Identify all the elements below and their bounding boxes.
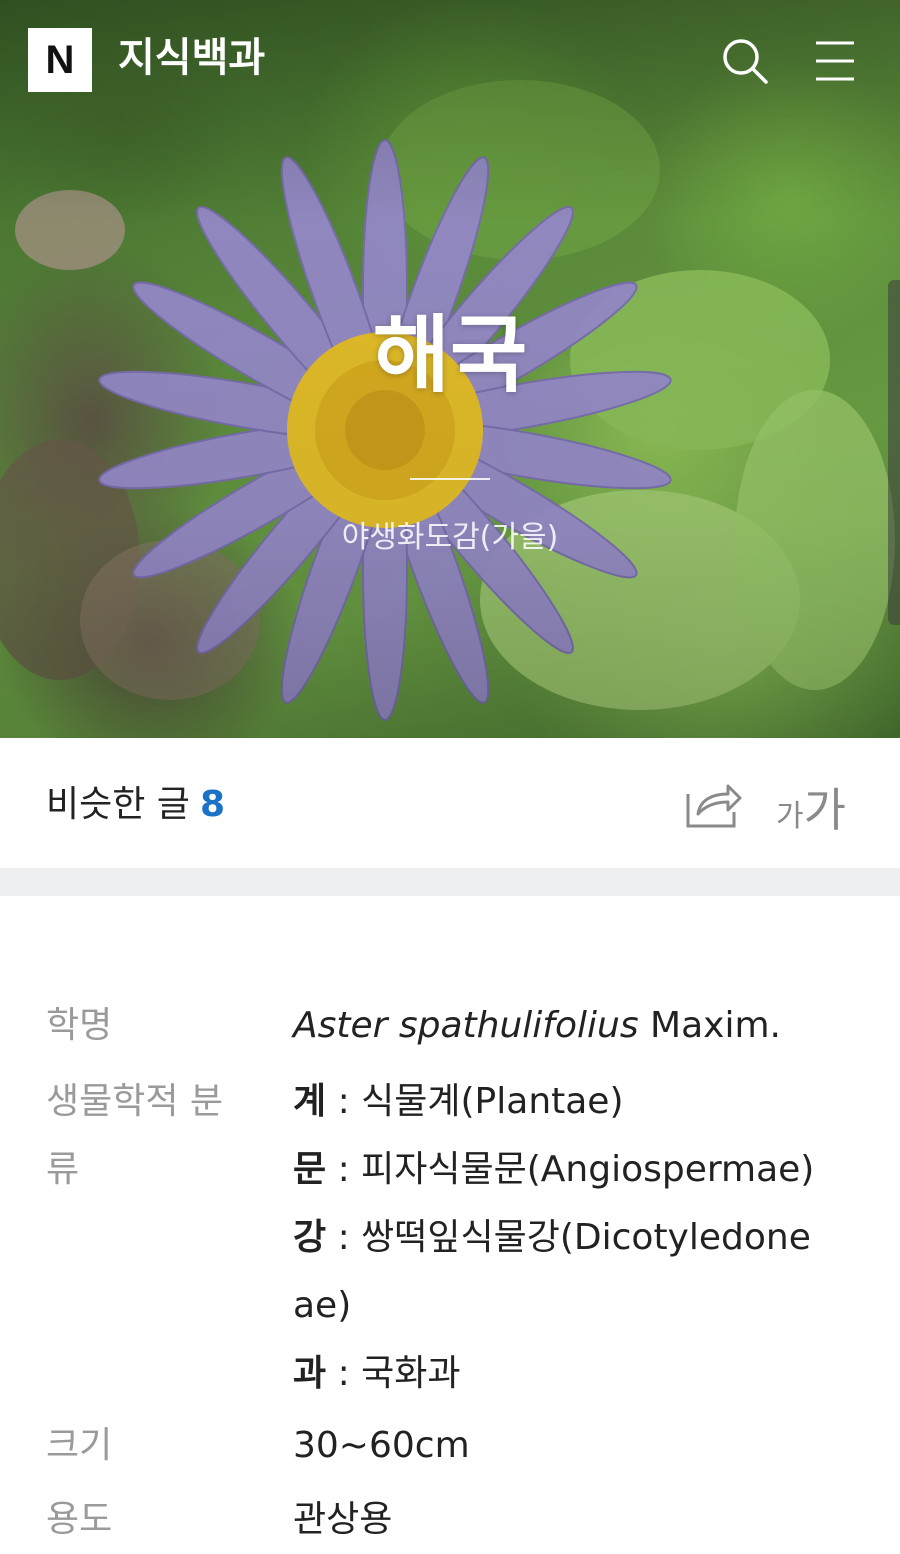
- rank-separator: :: [326, 1353, 362, 1394]
- rank-value: 피자식물문(Angiospermae): [361, 1149, 815, 1190]
- share-icon: [686, 784, 742, 828]
- naver-logo[interactable]: N: [28, 28, 92, 92]
- classification-family: 과 : 국화과: [293, 1340, 853, 1408]
- rank-separator: :: [326, 1217, 362, 1258]
- scientific-name-author: Maxim.: [638, 1005, 781, 1046]
- hero-image: N 지식백과 해국 야생화도감(가을): [0, 0, 900, 738]
- search-icon: [723, 39, 768, 84]
- source-book-link[interactable]: 야생화도감(가을): [0, 516, 900, 560]
- font-size-small-glyph: 가: [776, 799, 804, 834]
- rank-value: 쌍떡잎식물강(Dicotyledone: [361, 1217, 811, 1258]
- hamburger-menu-icon: [816, 41, 854, 81]
- top-bar: N 지식백과: [0, 0, 900, 120]
- info-label: 용도: [46, 1499, 113, 1540]
- scrollbar[interactable]: [888, 280, 900, 625]
- font-size-big-glyph: 가: [803, 783, 846, 837]
- share-button[interactable]: [684, 780, 744, 830]
- info-label: 크기: [46, 1425, 113, 1466]
- action-row: 비슷한 글8 가가: [0, 738, 900, 868]
- rank-value: 식물계(Plantae): [361, 1081, 624, 1122]
- classification-kingdom: 계 : 식물계(Plantae): [293, 1068, 853, 1136]
- info-value: Aster spathulifolius Maxim.: [293, 992, 853, 1060]
- font-size-button[interactable]: 가가: [776, 774, 846, 837]
- classification-class-continued: ae): [293, 1285, 352, 1326]
- entry-title: 해국: [372, 306, 528, 404]
- section-divider: [0, 868, 900, 896]
- info-label: 생물학적 분 류: [46, 1068, 256, 1204]
- rank-label: 과: [293, 1353, 327, 1394]
- info-value: 관상용: [293, 1499, 393, 1540]
- rank-value: 국화과: [361, 1353, 461, 1394]
- classification-label-line2: 류: [46, 1149, 80, 1190]
- info-label: 학명: [46, 1005, 113, 1046]
- similar-articles-label: 비슷한 글: [46, 784, 190, 825]
- classification-division: 문 : 피자식물문(Angiospermae): [293, 1136, 853, 1204]
- info-value: 계 : 식물계(Plantae) 문 : 피자식물문(Angiospermae)…: [293, 1068, 853, 1408]
- brand-title[interactable]: 지식백과: [118, 30, 265, 86]
- rank-separator: :: [326, 1149, 362, 1190]
- rank-separator: :: [326, 1081, 362, 1122]
- similar-articles-button[interactable]: 비슷한 글8: [46, 780, 225, 830]
- search-button[interactable]: [720, 36, 770, 86]
- info-table: 학명 Aster spathulifolius Maxim. 생물학적 분 류 …: [0, 896, 900, 1553]
- rank-label: 문: [293, 1149, 327, 1190]
- classification-class: 강 : 쌍떡잎식물강(Dicotyledone: [293, 1204, 853, 1272]
- scientific-name-italic: Aster spathulifolius: [293, 1005, 639, 1046]
- menu-button[interactable]: [812, 36, 862, 86]
- classification-label-line1: 생물학적 분: [46, 1081, 224, 1122]
- rank-label: 강: [293, 1217, 327, 1258]
- similar-articles-count: 8: [199, 784, 225, 825]
- info-value: 30~60cm: [293, 1425, 470, 1466]
- rank-label: 계: [293, 1081, 327, 1122]
- title-divider: [410, 478, 490, 480]
